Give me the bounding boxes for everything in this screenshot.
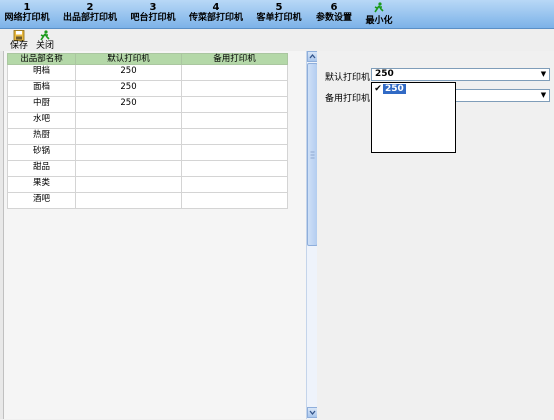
tab-number: 1 — [23, 2, 31, 13]
default-printer-cell[interactable]: 250 — [75, 96, 182, 113]
department-cell[interactable]: 热厨 — [7, 128, 76, 145]
runner-icon — [34, 30, 56, 41]
table-row[interactable]: 面档 250 — [7, 80, 288, 97]
tab-settings[interactable]: 6 参数设置 — [314, 2, 354, 24]
backup-printer-cell[interactable] — [181, 192, 288, 209]
department-grid-panel: 出品部名称 默认打印机 备用打印机 明档 250 面档 250 中厨 250 水吧 热… — [4, 51, 306, 419]
printer-dropdown-list: ✔ 250 — [371, 82, 456, 153]
tab-network-printer[interactable]: 1 网络打印机 — [4, 2, 50, 24]
default-printer-cell[interactable]: 250 — [75, 80, 182, 97]
default-printer-value: 250 — [375, 69, 394, 79]
backup-printer-cell[interactable] — [181, 144, 288, 161]
toolbar: 保存 关闭 — [0, 29, 554, 51]
tab-receipt-printer[interactable]: 5 客单打印机 — [254, 2, 304, 24]
save-button[interactable]: 保存 — [8, 30, 30, 51]
save-label: 保存 — [9, 41, 28, 51]
backup-printer-cell[interactable] — [181, 160, 288, 177]
tab-number: 6 — [330, 2, 338, 13]
tab-label: 参数设置 — [315, 13, 352, 23]
department-cell[interactable]: 面档 — [7, 80, 76, 97]
tab-kitchen-printer[interactable]: 2 出品部打印机 — [60, 2, 120, 24]
table-row[interactable]: 明档 250 — [7, 64, 288, 81]
department-cell[interactable]: 酒吧 — [7, 192, 76, 209]
backup-printer-cell[interactable] — [181, 96, 288, 113]
department-cell[interactable]: 果类 — [7, 176, 76, 193]
table-row[interactable]: 甜品 — [7, 160, 288, 177]
tab-label: 传菜部打印机 — [188, 13, 243, 23]
top-tab-bar: 1 网络打印机 2 出品部打印机 3 吧台打印机 4 传菜部打印机 5 客单打印… — [0, 0, 554, 29]
tab-label: 网络打印机 — [4, 13, 50, 23]
dropdown-option[interactable]: ✔ 250 — [373, 84, 454, 94]
default-printer-cell[interactable] — [75, 144, 182, 161]
default-printer-cell[interactable]: 250 — [75, 64, 182, 81]
tab-label: 客单打印机 — [256, 13, 302, 23]
default-printer-select[interactable]: 250 ▼ — [371, 68, 550, 81]
department-cell[interactable]: 甜品 — [7, 160, 76, 177]
backup-printer-cell[interactable] — [181, 112, 288, 129]
grip-icon — [310, 151, 315, 159]
default-printer-label: 默认打印机 — [325, 73, 371, 83]
close-label: 关闭 — [35, 41, 54, 51]
table-row[interactable]: 热厨 — [7, 128, 288, 145]
backup-printer-label: 备用打印机 — [325, 94, 371, 104]
column-header-backup-printer[interactable]: 备用打印机 — [181, 53, 288, 65]
backup-printer-cell[interactable] — [181, 80, 288, 97]
check-icon: ✔ — [374, 84, 382, 94]
tab-label: 吧台打印机 — [130, 13, 176, 23]
close-button[interactable]: 关闭 — [34, 30, 56, 51]
tab-number: 3 — [149, 2, 157, 13]
vertical-scrollbar[interactable] — [306, 51, 318, 419]
table-row[interactable]: 砂锅 — [7, 144, 288, 161]
table-row[interactable]: 果类 — [7, 176, 288, 193]
column-header-department[interactable]: 出品部名称 — [7, 53, 76, 65]
chevron-down-icon[interactable]: ▼ — [538, 90, 549, 101]
default-printer-cell[interactable] — [75, 160, 182, 177]
tab-number: 2 — [86, 2, 94, 13]
tab-number: 5 — [275, 2, 283, 13]
tab-bar-printer[interactable]: 3 吧台打印机 — [129, 2, 177, 24]
department-cell[interactable]: 水吧 — [7, 112, 76, 129]
default-printer-cell[interactable] — [75, 192, 182, 209]
backup-printer-cell[interactable] — [181, 176, 288, 193]
default-printer-cell[interactable] — [75, 112, 182, 129]
column-header-default-printer[interactable]: 默认打印机 — [75, 53, 182, 65]
table-row[interactable]: 酒吧 — [7, 192, 288, 209]
table-header-row: 出品部名称 默认打印机 备用打印机 — [7, 53, 288, 65]
department-printer-table: 出品部名称 默认打印机 备用打印机 明档 250 面档 250 中厨 250 水吧 热… — [7, 53, 288, 209]
table-row[interactable]: 水吧 — [7, 112, 288, 129]
option-label: 250 — [383, 84, 406, 94]
table-row[interactable]: 中厨 250 — [7, 96, 288, 113]
printer-settings-panel: 默认打印机 250 ▼ 备用打印机 ▼ ✔ 250 — [317, 51, 554, 419]
tab-label: 最小化 — [365, 16, 393, 26]
minimize-button[interactable]: 最小化 — [363, 2, 395, 27]
default-printer-cell[interactable] — [75, 176, 182, 193]
backup-printer-cell[interactable] — [181, 64, 288, 81]
runner-icon — [363, 2, 395, 16]
department-cell[interactable]: 明档 — [7, 64, 76, 81]
tab-runner-printer[interactable]: 4 传菜部打印机 — [186, 2, 246, 24]
department-cell[interactable]: 中厨 — [7, 96, 76, 113]
tab-label: 出品部打印机 — [62, 13, 117, 23]
department-cell[interactable]: 砂锅 — [7, 144, 76, 161]
save-icon — [8, 30, 30, 41]
chevron-down-icon[interactable]: ▼ — [538, 69, 549, 80]
chevron-up-icon — [309, 53, 316, 59]
backup-printer-cell[interactable] — [181, 128, 288, 145]
default-printer-cell[interactable] — [75, 128, 182, 145]
chevron-down-icon — [309, 410, 316, 416]
tab-number: 4 — [212, 2, 220, 13]
